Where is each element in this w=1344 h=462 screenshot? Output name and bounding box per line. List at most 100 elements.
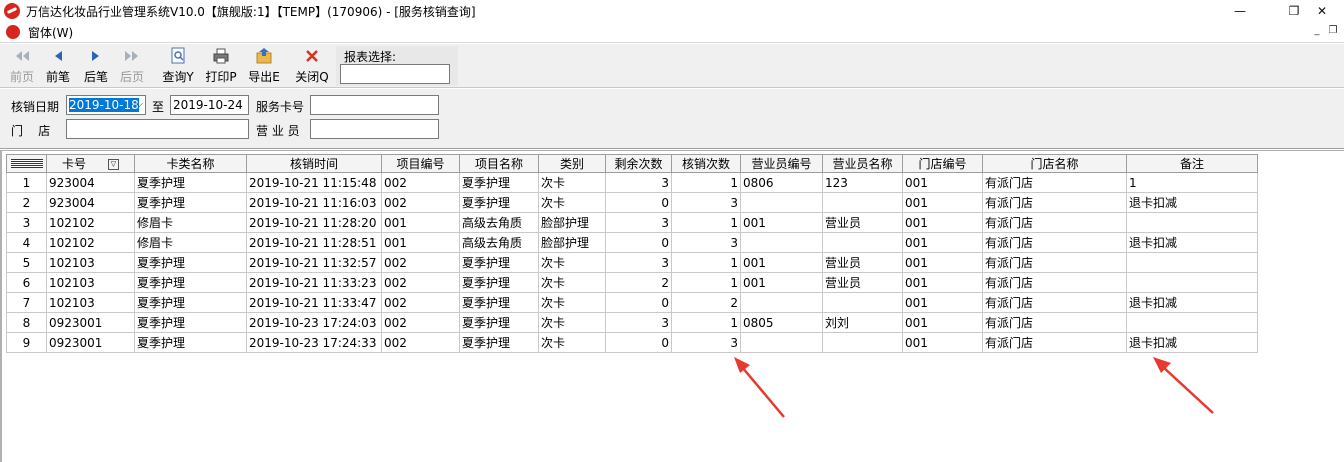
table-cell[interactable]: 102103 bbox=[46, 272, 135, 293]
table-cell[interactable]: 有派门店 bbox=[982, 232, 1127, 253]
table-cell[interactable]: 102102 bbox=[46, 232, 135, 253]
table-cell[interactable]: 夏季护理 bbox=[134, 172, 247, 193]
table-cell[interactable]: 002 bbox=[381, 312, 460, 333]
table-cell[interactable]: 退卡扣减 bbox=[1126, 232, 1258, 253]
table-row[interactable]: 7 102103 夏季护理 2019-10-21 11:33:47 002 夏季护理 次卡 0… bbox=[6, 292, 1258, 313]
table-cell[interactable]: 002 bbox=[381, 172, 460, 193]
table-cell[interactable] bbox=[822, 232, 903, 253]
table-cell[interactable]: 高级去角质 bbox=[459, 212, 539, 233]
table-cell[interactable]: 001 bbox=[902, 312, 983, 333]
table-cell[interactable] bbox=[740, 292, 823, 313]
column-header[interactable]: 卡号 ▽ bbox=[46, 154, 135, 173]
table-cell[interactable] bbox=[740, 192, 823, 213]
table-cell[interactable]: 0923001 bbox=[46, 332, 135, 353]
staff-input[interactable] bbox=[310, 119, 439, 139]
table-cell[interactable] bbox=[822, 332, 903, 353]
table-cell[interactable]: 营业员 bbox=[822, 252, 903, 273]
store-input[interactable] bbox=[66, 119, 249, 139]
table-cell[interactable]: 001 bbox=[740, 252, 823, 273]
export-button[interactable]: 导出E bbox=[244, 46, 284, 86]
column-header[interactable]: 卡类名称 bbox=[134, 154, 247, 173]
table-cell[interactable]: 有派门店 bbox=[982, 212, 1127, 233]
table-cell[interactable]: 2019-10-21 11:15:48 bbox=[246, 172, 382, 193]
table-cell[interactable]: 有派门店 bbox=[982, 312, 1127, 333]
table-cell[interactable] bbox=[1126, 252, 1258, 273]
close-window-button[interactable]: ✕ bbox=[1300, 0, 1344, 22]
chevron-down-icon[interactable]: ⌵ bbox=[135, 96, 143, 114]
table-cell[interactable]: 夏季护理 bbox=[459, 312, 539, 333]
table-cell[interactable]: 3 bbox=[671, 332, 741, 353]
table-cell[interactable]: 夏季护理 bbox=[134, 332, 247, 353]
table-cell[interactable]: 3 bbox=[671, 192, 741, 213]
table-cell[interactable]: 002 bbox=[381, 192, 460, 213]
table-cell[interactable]: 3 bbox=[605, 252, 672, 273]
row-number[interactable]: 5 bbox=[6, 252, 47, 273]
table-cell[interactable]: 0 bbox=[605, 232, 672, 253]
table-cell[interactable]: 0 bbox=[605, 332, 672, 353]
mdi-minimize-button[interactable]: _ bbox=[1311, 25, 1323, 37]
table-row[interactable]: 2 923004 夏季护理 2019-10-21 11:16:03 002 夏季护理 次卡 0… bbox=[6, 192, 1258, 213]
table-cell[interactable]: 2019-10-21 11:28:51 bbox=[246, 232, 382, 253]
date-from-picker[interactable]: 2019-10-18 ⌵ bbox=[66, 95, 146, 115]
report-select-input[interactable] bbox=[340, 64, 450, 84]
table-cell[interactable]: 1 bbox=[671, 312, 741, 333]
table-cell[interactable]: 1 bbox=[671, 172, 741, 193]
table-cell[interactable]: 营业员 bbox=[822, 272, 903, 293]
table-cell[interactable]: 夏季护理 bbox=[134, 192, 247, 213]
table-row[interactable]: 1 923004 夏季护理 2019-10-21 11:15:48 002 夏季护理 次卡 3… bbox=[6, 172, 1258, 193]
table-cell[interactable] bbox=[1126, 212, 1258, 233]
column-header[interactable]: 门店名称 bbox=[982, 154, 1127, 173]
table-cell[interactable]: 001 bbox=[381, 212, 460, 233]
column-header[interactable]: 核销时间 bbox=[246, 154, 382, 173]
table-cell[interactable]: 夏季护理 bbox=[459, 272, 539, 293]
table-cell[interactable]: 001 bbox=[740, 272, 823, 293]
last-page-button[interactable]: 后页 bbox=[112, 46, 152, 86]
table-cell[interactable] bbox=[740, 332, 823, 353]
table-cell[interactable]: 001 bbox=[381, 232, 460, 253]
column-header[interactable]: 项目名称 bbox=[459, 154, 539, 173]
table-cell[interactable]: 有派门店 bbox=[982, 292, 1127, 313]
table-cell[interactable]: 退卡扣减 bbox=[1126, 192, 1258, 213]
row-number[interactable]: 2 bbox=[6, 192, 47, 213]
table-cell[interactable]: 1 bbox=[671, 252, 741, 273]
column-header[interactable]: 核销次数 bbox=[671, 154, 741, 173]
table-cell[interactable]: 3 bbox=[605, 172, 672, 193]
table-cell[interactable]: 次卡 bbox=[538, 272, 606, 293]
table-cell[interactable]: 夏季护理 bbox=[459, 252, 539, 273]
table-cell[interactable]: 001 bbox=[902, 212, 983, 233]
table-cell[interactable]: 001 bbox=[902, 272, 983, 293]
column-header[interactable]: 项目编号 bbox=[381, 154, 460, 173]
row-number[interactable]: 1 bbox=[6, 172, 47, 193]
table-cell[interactable]: 修眉卡 bbox=[134, 212, 247, 233]
minimize-button[interactable]: — bbox=[1218, 0, 1262, 22]
table-cell[interactable]: 夏季护理 bbox=[459, 292, 539, 313]
table-cell[interactable]: 有派门店 bbox=[982, 252, 1127, 273]
table-cell[interactable]: 夏季护理 bbox=[134, 312, 247, 333]
table-cell[interactable]: 2019-10-23 17:24:03 bbox=[246, 312, 382, 333]
table-row[interactable]: 4 102102 修眉卡 2019-10-21 11:28:51 001 高级去角质 脸部护… bbox=[6, 232, 1258, 253]
mdi-restore-button[interactable]: ❐ bbox=[1327, 25, 1339, 37]
table-cell[interactable]: 退卡扣减 bbox=[1126, 332, 1258, 353]
card-input[interactable] bbox=[310, 95, 439, 115]
table-cell[interactable]: 001 bbox=[902, 192, 983, 213]
table-cell[interactable]: 0923001 bbox=[46, 312, 135, 333]
table-cell[interactable]: 2019-10-21 11:32:57 bbox=[246, 252, 382, 273]
table-cell[interactable]: 123 bbox=[822, 172, 903, 193]
table-cell[interactable]: 脸部护理 bbox=[538, 232, 606, 253]
table-cell[interactable] bbox=[740, 232, 823, 253]
print-button[interactable]: 打印P bbox=[201, 46, 241, 86]
table-cell[interactable]: 刘刘 bbox=[822, 312, 903, 333]
table-cell[interactable]: 102102 bbox=[46, 212, 135, 233]
table-cell[interactable]: 1 bbox=[671, 212, 741, 233]
table-cell[interactable]: 001 bbox=[740, 212, 823, 233]
table-cell[interactable]: 次卡 bbox=[538, 332, 606, 353]
table-cell[interactable]: 002 bbox=[381, 292, 460, 313]
table-row[interactable]: 5 102103 夏季护理 2019-10-21 11:32:57 002 夏季护理 次卡 3… bbox=[6, 252, 1258, 273]
table-cell[interactable] bbox=[822, 192, 903, 213]
table-cell[interactable]: 2019-10-23 17:24:33 bbox=[246, 332, 382, 353]
table-cell[interactable] bbox=[1126, 312, 1258, 333]
table-cell[interactable]: 2 bbox=[605, 272, 672, 293]
table-cell[interactable]: 高级去角质 bbox=[459, 232, 539, 253]
row-number[interactable]: 6 bbox=[6, 272, 47, 293]
table-cell[interactable]: 1 bbox=[671, 272, 741, 293]
